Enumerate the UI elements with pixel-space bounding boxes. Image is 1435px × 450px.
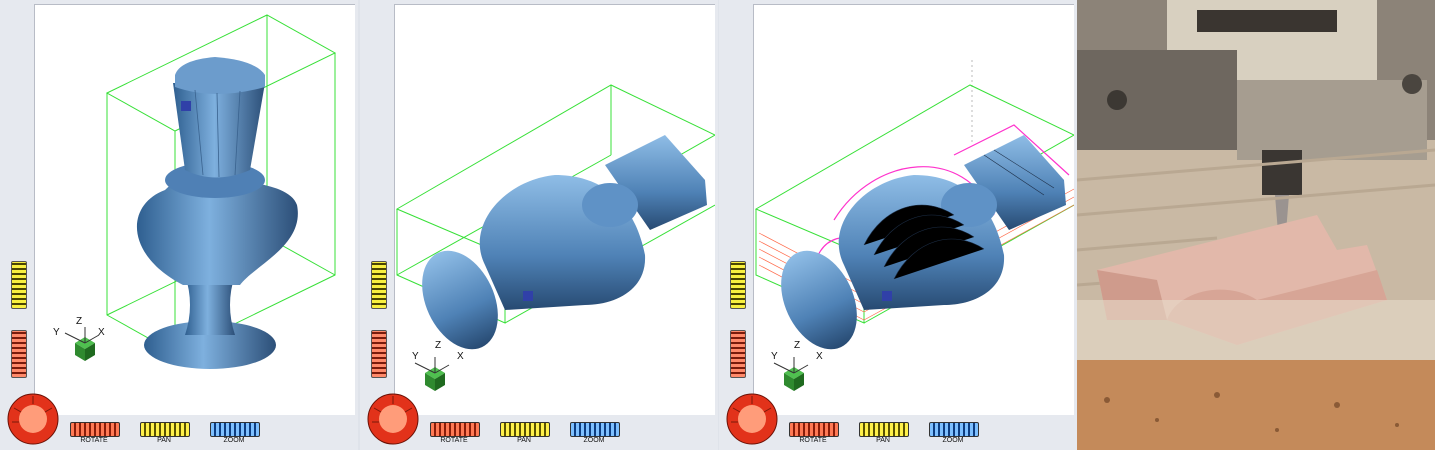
pan-slider-vertical[interactable] bbox=[371, 261, 387, 309]
zoom-label: ZOOM bbox=[583, 437, 605, 444]
pan-button[interactable] bbox=[140, 422, 190, 437]
rotate-dial-icon[interactable] bbox=[6, 392, 60, 446]
viewport-3d[interactable]: Z Y X bbox=[34, 4, 355, 415]
cnc-milling-machine-photo bbox=[1077, 0, 1435, 450]
zoom-label: ZOOM bbox=[223, 437, 245, 444]
pan-button[interactable] bbox=[500, 422, 550, 437]
vase-model bbox=[781, 135, 1066, 350]
vase-model bbox=[136, 57, 298, 369]
axis-triad bbox=[64, 327, 100, 361]
pan-slider-vertical[interactable] bbox=[11, 261, 27, 309]
zoom-button[interactable] bbox=[210, 422, 260, 437]
viewer-panel-2: Z Y X ROTATE PAN ZOOM bbox=[360, 0, 718, 450]
vase-side-view bbox=[395, 84, 715, 391]
cnc-machine-illustration bbox=[1077, 0, 1435, 450]
rotate-label: ROTATE bbox=[799, 437, 827, 444]
rotate-slider-vertical[interactable] bbox=[11, 330, 27, 378]
rotate-label: ROTATE bbox=[440, 437, 468, 444]
rotate-slider-vertical[interactable] bbox=[371, 330, 387, 378]
rotate-dial-icon[interactable] bbox=[725, 392, 779, 446]
axis-label-z: Z bbox=[435, 340, 442, 351]
rotate-button[interactable] bbox=[430, 422, 480, 437]
viewport-3d[interactable]: Z Y X bbox=[753, 4, 1074, 415]
toolpath-view bbox=[754, 60, 1074, 391]
axis-label-x: X bbox=[457, 351, 464, 362]
axis-label-x: X bbox=[816, 351, 823, 362]
pan-label: PAN bbox=[876, 437, 890, 444]
axis-label-z: Z bbox=[76, 316, 83, 327]
pan-label: PAN bbox=[157, 437, 171, 444]
pivot-marker bbox=[181, 101, 191, 111]
rotate-label: ROTATE bbox=[80, 437, 108, 444]
viewer-panel-1: Z Y X ROTATE PAN ZOOM bbox=[0, 0, 358, 450]
zoom-label: ZOOM bbox=[942, 437, 964, 444]
axis-triad bbox=[414, 357, 450, 391]
axis-label-y: Y bbox=[771, 351, 778, 362]
pan-slider-vertical[interactable] bbox=[730, 261, 746, 309]
rotate-button[interactable] bbox=[70, 422, 120, 437]
viewport-3d[interactable]: Z Y X bbox=[394, 4, 715, 415]
axis-label-y: Y bbox=[412, 351, 419, 362]
rotate-slider-vertical[interactable] bbox=[730, 330, 746, 378]
zoom-button[interactable] bbox=[570, 422, 620, 437]
axis-label-z: Z bbox=[794, 340, 801, 351]
vase-model-view bbox=[64, 14, 337, 369]
axis-label-x: X bbox=[98, 327, 105, 338]
pan-button[interactable] bbox=[859, 422, 909, 437]
pan-label: PAN bbox=[517, 437, 531, 444]
pivot-marker bbox=[523, 291, 533, 301]
zoom-button[interactable] bbox=[929, 422, 979, 437]
axis-label-y: Y bbox=[53, 327, 60, 338]
vase-model bbox=[422, 135, 707, 350]
pivot-marker bbox=[882, 291, 892, 301]
axis-triad bbox=[773, 357, 809, 391]
viewer-panel-3: Z Y X ROTATE PAN ZOOM bbox=[719, 0, 1077, 450]
rotate-button[interactable] bbox=[789, 422, 839, 437]
rotate-dial-icon[interactable] bbox=[366, 392, 420, 446]
